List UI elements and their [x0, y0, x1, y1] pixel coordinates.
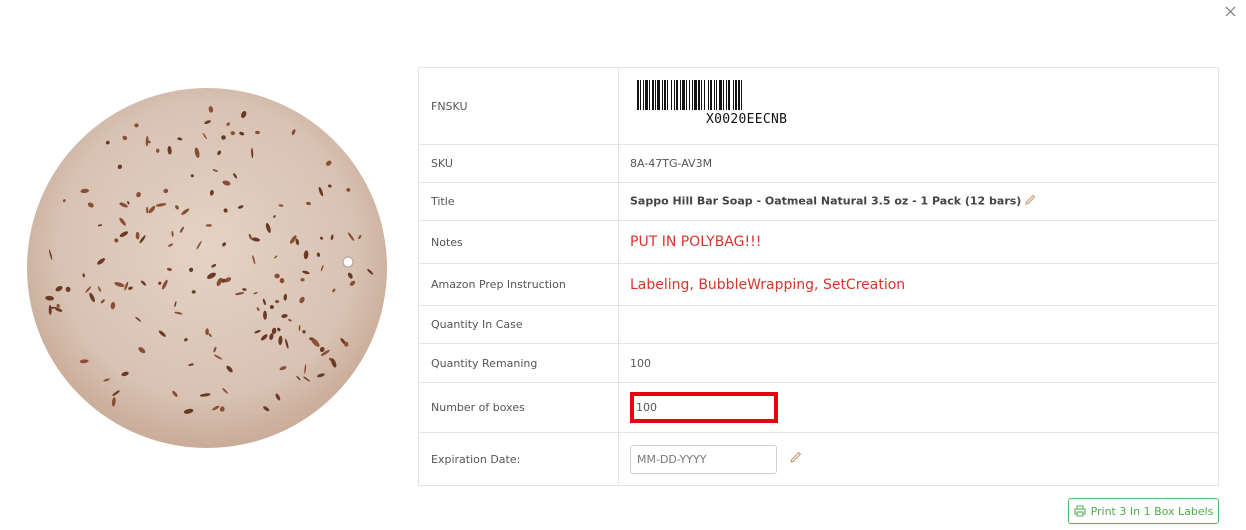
fnsku-barcode: X0020EECNB [619, 69, 1218, 144]
print-box-labels-button[interactable]: Print 3 In 1 Box Labels [1068, 498, 1219, 524]
print-button-label: Print 3 In 1 Box Labels [1090, 504, 1214, 518]
notes-row: Notes PUT IN POLYBAG!!! [418, 220, 1219, 264]
num-boxes-label: Number of boxes [418, 382, 619, 433]
qty-in-case-value [618, 305, 1219, 344]
qty-remaining-row: Quantity Remaning 100 [418, 343, 1219, 383]
prep-value: Labeling, BubbleWrapping, SetCreation [630, 276, 906, 293]
title-row: Title Sappo Hill Bar Soap - Oatmeal Natu… [418, 182, 1219, 221]
expiration-row: Expiration Date: [418, 432, 1219, 486]
expiration-date-input[interactable] [630, 444, 777, 474]
sku-value: 8A-47TG-AV3M [618, 144, 1219, 183]
pencil-icon[interactable] [789, 451, 802, 467]
product-details-table: FNSKU X0020EECNB SKU 8A-47TG-AV3M Title … [418, 67, 1219, 486]
num-boxes-row: Number of boxes [418, 382, 1219, 433]
fnsku-label: FNSKU [418, 67, 619, 145]
notes-label: Notes [418, 220, 619, 264]
title-value: Sappo Hill Bar Soap - Oatmeal Natural 3.… [630, 194, 1022, 208]
prep-row: Amazon Prep Instruction Labeling, Bubble… [418, 263, 1219, 306]
prep-label: Amazon Prep Instruction [418, 263, 619, 306]
qty-in-case-label: Quantity In Case [418, 305, 619, 344]
num-boxes-input[interactable] [630, 392, 778, 423]
title-label: Title [418, 182, 619, 221]
qty-remaining-label: Quantity Remaning [418, 343, 619, 383]
pencil-icon[interactable] [1024, 194, 1036, 209]
fnsku-barcode-text: X0020EECNB [706, 111, 788, 127]
sku-label: SKU [418, 144, 619, 183]
notes-value: PUT IN POLYBAG!!! [630, 234, 762, 250]
close-icon[interactable] [1221, 3, 1239, 21]
expiration-label: Expiration Date: [418, 432, 619, 486]
fnsku-row: FNSKU X0020EECNB [418, 67, 1219, 145]
barcode-bars [637, 79, 742, 110]
qty-in-case-row: Quantity In Case [418, 305, 1219, 344]
product-image [10, 68, 403, 464]
qty-remaining-value: 100 [618, 343, 1219, 383]
printer-icon [1074, 505, 1086, 517]
sku-row: SKU 8A-47TG-AV3M [418, 144, 1219, 183]
